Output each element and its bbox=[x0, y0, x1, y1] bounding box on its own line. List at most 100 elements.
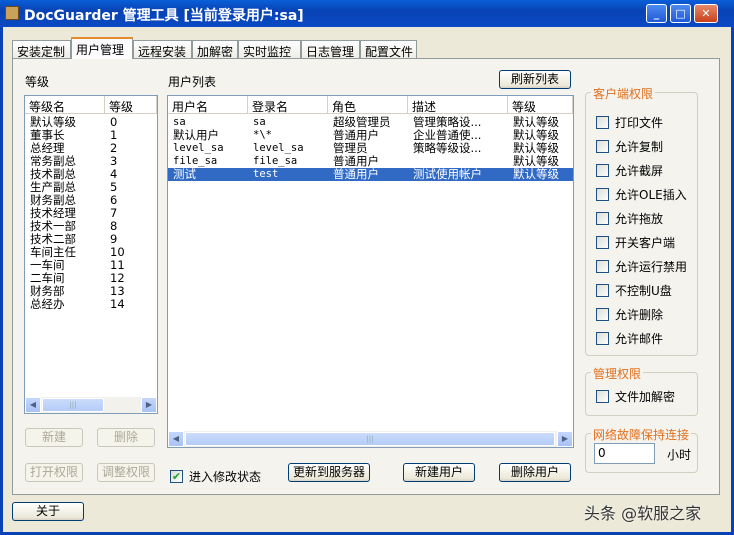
user-cell: 普通用户 bbox=[333, 168, 379, 181]
level-value: 5 bbox=[110, 181, 118, 194]
level-row[interactable]: 董事长 1 bbox=[25, 129, 157, 142]
minimize-button[interactable]: _ bbox=[646, 4, 667, 23]
checkbox-icon[interactable] bbox=[596, 116, 609, 129]
level-row[interactable]: 总经理 2 bbox=[25, 142, 157, 155]
level-row[interactable]: 技术经理 7 bbox=[25, 207, 157, 220]
level-row[interactable]: 一车间 11 bbox=[25, 259, 157, 272]
user-row[interactable]: file_sa file_sa 普通用户 默认等级 bbox=[168, 155, 573, 168]
permission-checkbox[interactable]: 允许运行禁用 bbox=[596, 258, 687, 275]
delete-user-button[interactable]: 删除用户 bbox=[499, 463, 571, 482]
level-row[interactable]: 生产副总 5 bbox=[25, 181, 157, 194]
permission-checkbox[interactable]: 文件加解密 bbox=[596, 388, 675, 405]
admin-permissions-title: 管理权限 bbox=[591, 365, 644, 382]
tab-5[interactable]: 日志管理 bbox=[301, 40, 360, 59]
tab-1[interactable]: 用户管理 bbox=[71, 37, 133, 59]
col-header[interactable]: 登录名 bbox=[248, 96, 328, 114]
adjust-permissions-button[interactable]: 调整权限 bbox=[97, 463, 155, 482]
user-list[interactable]: 用户名 登录名 角色 描述 等级 sa sa 超级管理员 管理策略设... 默认等级 默认用户 *\… bbox=[167, 95, 574, 448]
col-header[interactable]: 描述 bbox=[408, 96, 508, 114]
level-row[interactable]: 二车间 12 bbox=[25, 272, 157, 285]
level-name: 一车间 bbox=[30, 259, 65, 272]
scroll-right-icon[interactable]: ▶ bbox=[557, 431, 573, 447]
scroll-thumb[interactable]: ||| bbox=[185, 432, 555, 446]
level-row[interactable]: 常务副总 3 bbox=[25, 155, 157, 168]
col-header[interactable]: 角色 bbox=[328, 96, 408, 114]
tab-6[interactable]: 配置文件 bbox=[360, 40, 417, 59]
level-row[interactable]: 技术一部 8 bbox=[25, 220, 157, 233]
level-value: 4 bbox=[110, 168, 118, 181]
level-name: 技术副总 bbox=[30, 168, 76, 181]
watermark: 头条 @软服之家 bbox=[584, 504, 702, 523]
col-header[interactable]: 等级 bbox=[508, 96, 573, 114]
scroll-right-icon[interactable]: ▶ bbox=[141, 397, 157, 413]
levels-list[interactable]: 等级名 等级 默认等级 0 董事长 1 总经理 2 常务副总 3 技术副总 4 生产副总 5 财务副总 6 技… bbox=[24, 95, 158, 414]
level-row[interactable]: 总经办 14 bbox=[25, 298, 157, 311]
checkbox-icon[interactable] bbox=[596, 308, 609, 321]
level-row[interactable]: 默认等级 0 bbox=[25, 116, 157, 129]
edit-mode-checkbox[interactable]: ✔ 进入修改状态 bbox=[170, 468, 261, 485]
tab-0[interactable]: 安装定制 bbox=[12, 40, 71, 59]
scroll-left-icon[interactable]: ◀ bbox=[25, 397, 41, 413]
open-permissions-button[interactable]: 打开权限 bbox=[25, 463, 83, 482]
user-cell: 默认等级 bbox=[513, 129, 559, 142]
permission-checkbox[interactable]: 允许截屏 bbox=[596, 162, 663, 179]
level-value: 12 bbox=[110, 272, 125, 285]
checkbox-icon[interactable] bbox=[596, 236, 609, 249]
level-row[interactable]: 技术二部 9 bbox=[25, 233, 157, 246]
permission-label: 打印文件 bbox=[615, 116, 664, 130]
level-name: 财务副总 bbox=[30, 194, 76, 207]
tab-3[interactable]: 加解密 bbox=[192, 40, 238, 59]
checkbox-icon[interactable] bbox=[596, 164, 609, 177]
permission-checkbox[interactable]: 允许邮件 bbox=[596, 330, 663, 347]
permission-checkbox[interactable]: 不控制U盘 bbox=[596, 282, 672, 299]
user-row[interactable]: level_sa level_sa 管理员 策略等级设... 默认等级 bbox=[168, 142, 573, 155]
checkbox-icon[interactable] bbox=[596, 140, 609, 153]
user-cell: 默认用户 bbox=[173, 129, 219, 142]
level-name: 默认等级 bbox=[30, 116, 76, 129]
user-cell: 普通用户 bbox=[333, 155, 379, 168]
permission-checkbox[interactable]: 允许删除 bbox=[596, 306, 663, 323]
permission-checkbox[interactable]: 开关客户端 bbox=[596, 234, 675, 251]
col-header[interactable]: 用户名 bbox=[168, 96, 248, 114]
checkbox-icon[interactable] bbox=[596, 212, 609, 225]
col-level[interactable]: 等级 bbox=[105, 96, 157, 114]
maximize-button[interactable]: □ bbox=[670, 4, 691, 23]
permission-checkbox[interactable]: 允许OLE插入 bbox=[596, 186, 687, 203]
level-name: 总经办 bbox=[30, 298, 65, 311]
permission-checkbox[interactable]: 允许复制 bbox=[596, 138, 663, 155]
col-level-name[interactable]: 等级名 bbox=[25, 96, 105, 114]
user-cell: *\* bbox=[253, 129, 272, 141]
tab-2[interactable]: 远程安装 bbox=[133, 40, 192, 59]
level-value: 2 bbox=[110, 142, 118, 155]
checkbox-icon[interactable] bbox=[596, 390, 609, 403]
level-row[interactable]: 财务部 13 bbox=[25, 285, 157, 298]
new-level-button[interactable]: 新建 bbox=[25, 428, 83, 447]
levels-hscrollbar[interactable]: ◀ ||| ▶ bbox=[25, 397, 157, 413]
checkbox-icon[interactable] bbox=[596, 284, 609, 297]
delete-level-button[interactable]: 删除 bbox=[97, 428, 155, 447]
refresh-list-button[interactable]: 刷新列表 bbox=[499, 70, 571, 89]
close-button[interactable]: ✕ bbox=[694, 4, 718, 23]
user-row[interactable]: 测试 test 普通用户 测试使用帐户 默认等级 bbox=[168, 168, 573, 181]
level-row[interactable]: 财务副总 6 bbox=[25, 194, 157, 207]
reconnect-hours-input[interactable]: 0 bbox=[594, 443, 655, 464]
checkbox-icon[interactable] bbox=[596, 260, 609, 273]
checkbox-icon[interactable] bbox=[596, 332, 609, 345]
level-row[interactable]: 技术副总 4 bbox=[25, 168, 157, 181]
level-row[interactable]: 车间主任 10 bbox=[25, 246, 157, 259]
scroll-thumb[interactable]: ||| bbox=[42, 398, 104, 412]
checkbox-icon[interactable] bbox=[596, 188, 609, 201]
user-cell: file_sa bbox=[253, 155, 298, 167]
checkbox-checked-icon[interactable]: ✔ bbox=[170, 470, 183, 483]
permission-label: 允许截屏 bbox=[615, 164, 664, 178]
about-button[interactable]: 关于 bbox=[12, 502, 84, 521]
tab-4[interactable]: 实时监控 bbox=[238, 40, 301, 59]
scroll-left-icon[interactable]: ◀ bbox=[168, 431, 184, 447]
permission-checkbox[interactable]: 打印文件 bbox=[596, 114, 663, 131]
permission-checkbox[interactable]: 允许拖放 bbox=[596, 210, 663, 227]
update-server-button[interactable]: 更新到服务器 bbox=[288, 463, 370, 482]
users-hscrollbar[interactable]: ◀ ||| ▶ bbox=[168, 431, 573, 447]
new-user-button[interactable]: 新建用户 bbox=[403, 463, 475, 482]
user-row[interactable]: 默认用户 *\* 普通用户 企业普通使... 默认等级 bbox=[168, 129, 573, 142]
user-row[interactable]: sa sa 超级管理员 管理策略设... 默认等级 bbox=[168, 116, 573, 129]
